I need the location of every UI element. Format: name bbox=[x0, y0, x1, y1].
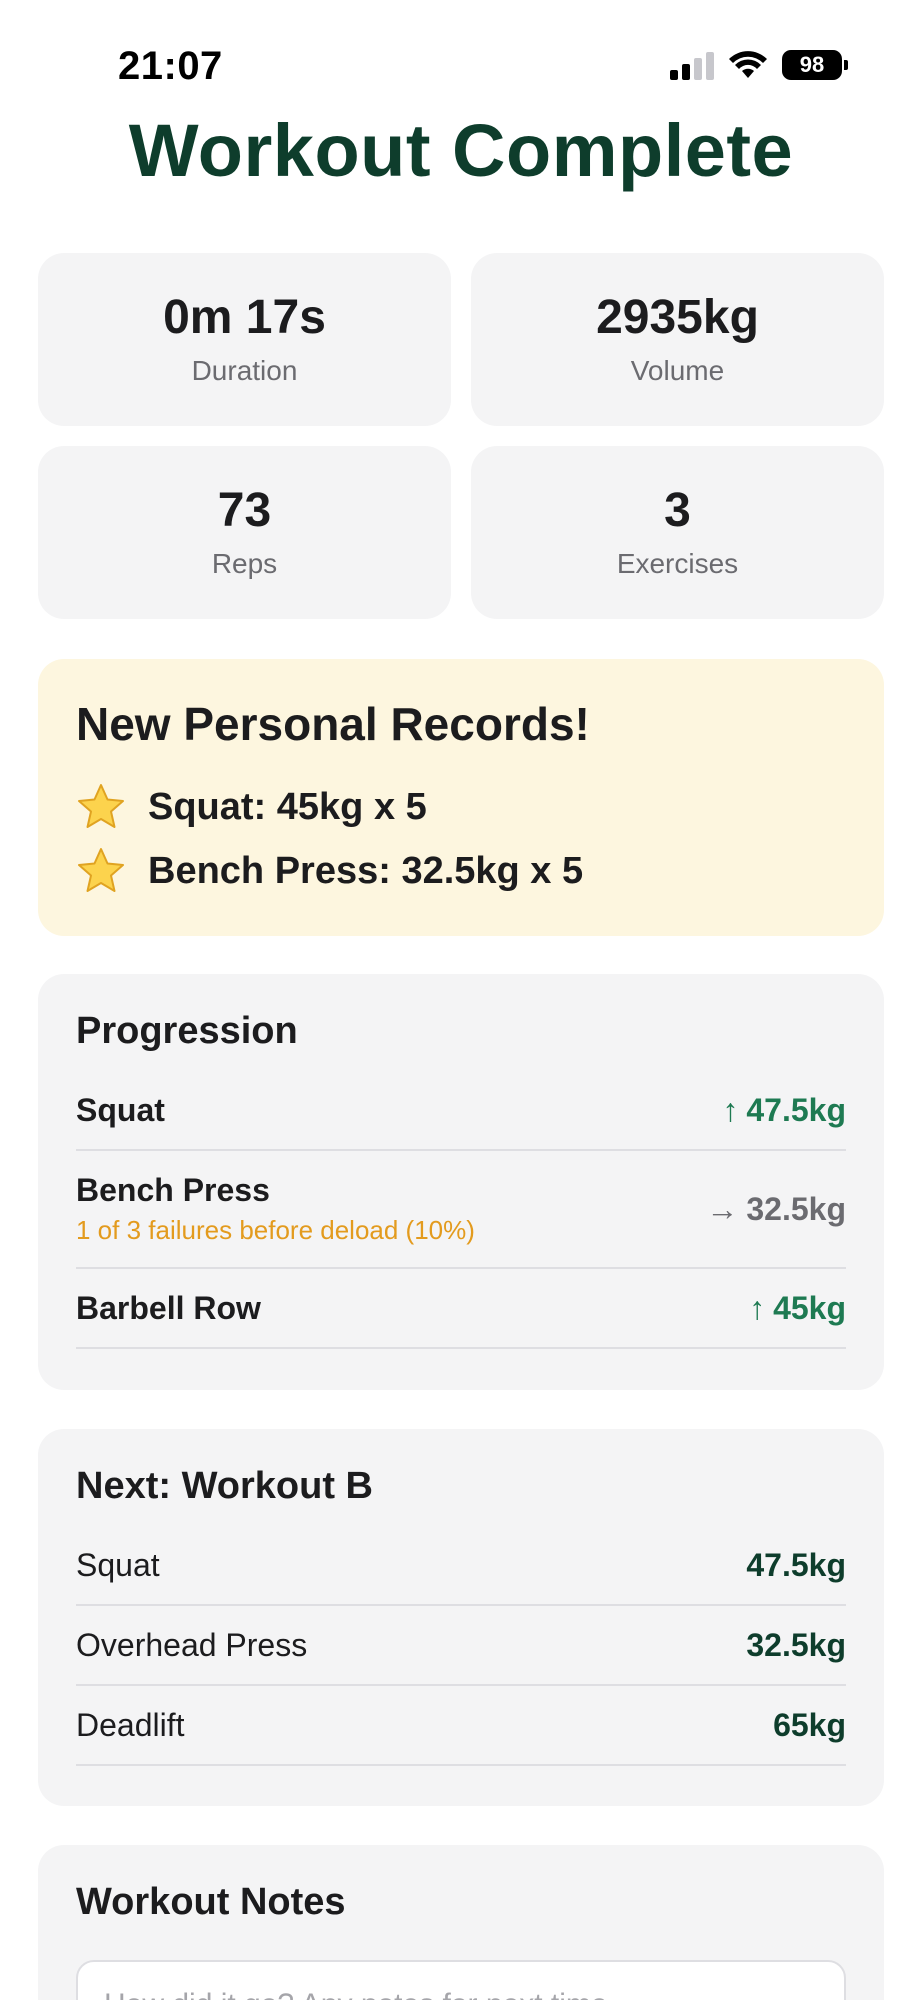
arrow-up-icon: ↑ bbox=[749, 1289, 766, 1326]
exercise-name: Squat bbox=[76, 1091, 165, 1128]
stat-label: Volume bbox=[630, 354, 725, 386]
stat-value: 73 bbox=[217, 484, 272, 538]
next-workout-title: Next: Workout B bbox=[76, 1465, 373, 1507]
progression-value: ↑ 45kg bbox=[749, 1290, 846, 1327]
stat-label: Exercises bbox=[616, 547, 739, 579]
record-item: Squat: 45kg x 5 bbox=[76, 775, 846, 839]
stat-value: 2935kg bbox=[596, 291, 759, 345]
workout-notes-card: Workout Notes bbox=[38, 1845, 884, 2000]
record-text: Squat: 45kg x 5 bbox=[148, 785, 427, 828]
page-title: Workout Complete bbox=[128, 109, 794, 192]
cellular-signal-icon bbox=[670, 50, 714, 80]
next-workout-row: Overhead Press 32.5kg bbox=[76, 1606, 846, 1686]
stat-card-reps: 73 Reps bbox=[38, 446, 451, 619]
stat-label: Reps bbox=[211, 547, 278, 579]
deload-warning: 1 of 3 failures before deload (10%) bbox=[76, 1215, 475, 1245]
weight-value: 47.5kg bbox=[746, 1546, 846, 1583]
battery-level: 98 bbox=[799, 52, 825, 77]
exercise-name: Deadlift bbox=[76, 1706, 185, 1743]
workout-notes-input[interactable] bbox=[76, 1960, 846, 2000]
exercise-name: Bench Press bbox=[76, 1172, 270, 1208]
weight-value: 32.5kg bbox=[746, 1190, 846, 1227]
stat-card-exercises: 3 Exercises bbox=[471, 446, 884, 619]
wifi-icon bbox=[729, 51, 767, 78]
progression-card: Progression Squat ↑ 47.5kg Bench Press 1… bbox=[38, 974, 884, 1390]
stat-value: 0m 17s bbox=[163, 291, 326, 345]
next-workout-card: Next: Workout B Squat 47.5kg Overhead Pr… bbox=[38, 1429, 884, 1806]
exercise-name: Overhead Press bbox=[76, 1626, 308, 1663]
weight-value: 32.5kg bbox=[746, 1626, 846, 1663]
exercise-name: Squat bbox=[76, 1546, 160, 1583]
records-title: New Personal Records! bbox=[76, 698, 590, 750]
arrow-up-icon: ↑ bbox=[722, 1091, 739, 1128]
status-bar: 21:07 98 bbox=[0, 42, 922, 92]
arrow-right-icon: → bbox=[706, 1190, 739, 1227]
stats-grid: 0m 17s Duration 2935kg Volume 73 Reps 3 … bbox=[38, 253, 884, 619]
weight-value: 65kg bbox=[773, 1706, 846, 1743]
workout-complete-screen: 21:07 98 Workout Complete 0m 17s Duratio… bbox=[0, 0, 922, 2000]
battery-icon: 98 bbox=[782, 50, 848, 80]
status-icons: 98 bbox=[670, 50, 848, 80]
star-icon bbox=[78, 848, 124, 892]
progression-title: Progression bbox=[76, 1010, 298, 1052]
weight-value: 45kg bbox=[773, 1289, 846, 1326]
record-item: Bench Press: 32.5kg x 5 bbox=[76, 839, 846, 903]
progression-row-squat: Squat ↑ 47.5kg bbox=[76, 1071, 846, 1151]
star-icon bbox=[78, 784, 124, 828]
progression-row-bench-press: Bench Press 1 of 3 failures before deloa… bbox=[76, 1151, 846, 1269]
stat-label: Duration bbox=[191, 354, 298, 386]
progression-value: → 32.5kg bbox=[706, 1191, 846, 1228]
exercise-name: Barbell Row bbox=[76, 1289, 261, 1326]
weight-value: 47.5kg bbox=[746, 1091, 846, 1128]
record-text: Bench Press: 32.5kg x 5 bbox=[148, 849, 584, 892]
stat-card-duration: 0m 17s Duration bbox=[38, 253, 451, 426]
progression-value: ↑ 47.5kg bbox=[722, 1092, 846, 1129]
personal-records-card: New Personal Records! Squat: 45kg x 5 Be… bbox=[38, 659, 884, 936]
next-workout-row: Squat 47.5kg bbox=[76, 1526, 846, 1606]
stat-card-volume: 2935kg Volume bbox=[471, 253, 884, 426]
status-time: 21:07 bbox=[118, 44, 223, 88]
next-workout-row: Deadlift 65kg bbox=[76, 1686, 846, 1766]
stat-value: 3 bbox=[664, 484, 691, 538]
workout-notes-title: Workout Notes bbox=[76, 1881, 346, 1923]
progression-row-barbell-row: Barbell Row ↑ 45kg bbox=[76, 1269, 846, 1349]
